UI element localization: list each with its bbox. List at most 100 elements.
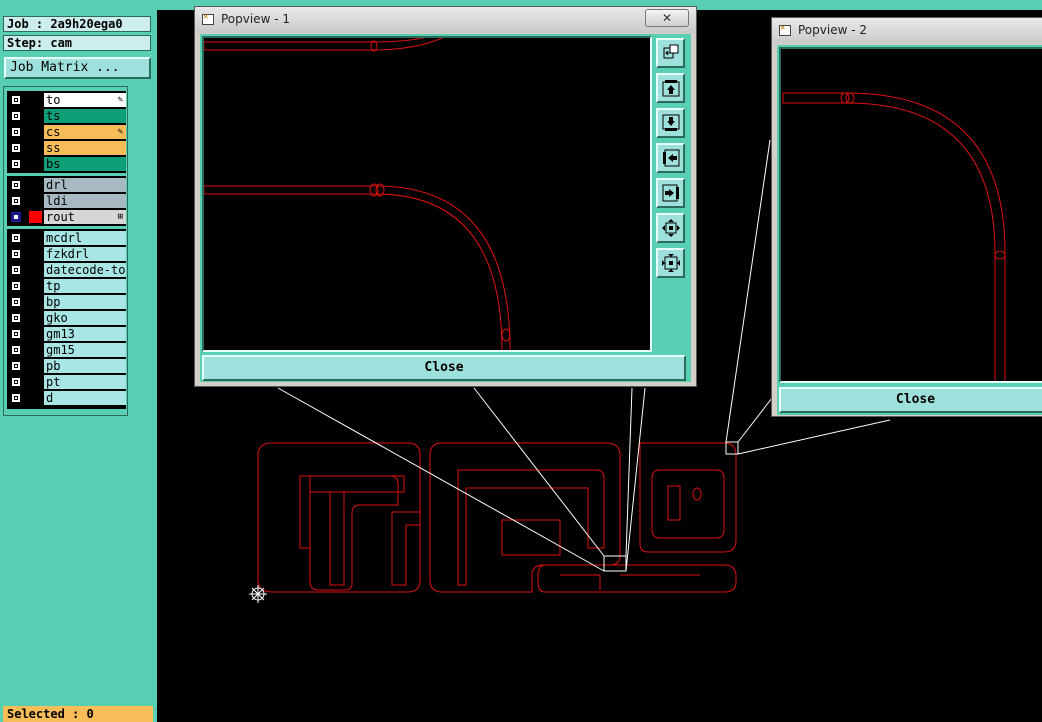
job-matrix-button[interactable]: Job Matrix ... <box>4 57 151 79</box>
layer-row-ts[interactable]: ts <box>7 108 126 124</box>
layer-name-text: datecode-to <box>46 263 126 277</box>
zoom-out-button[interactable] <box>656 248 685 278</box>
layer-checkbox[interactable] <box>11 265 21 275</box>
layer-checkbox[interactable] <box>11 159 21 169</box>
layer-row-d[interactable]: d <box>7 390 126 406</box>
layer-row-rout[interactable]: rout ⊞ <box>7 209 126 225</box>
layer-row-ldi[interactable]: ldi <box>7 193 126 209</box>
layer-name[interactable]: tp <box>44 279 126 293</box>
layer-color-swatch[interactable] <box>29 376 42 388</box>
layer-checkbox[interactable] <box>11 127 21 137</box>
layer-name[interactable]: gko <box>44 311 126 325</box>
zoom-home-icon <box>663 44 679 59</box>
layer-checkbox[interactable] <box>11 180 21 190</box>
layer-color-swatch[interactable] <box>29 248 42 260</box>
layer-color-swatch[interactable] <box>29 392 42 404</box>
layer-color-swatch[interactable] <box>29 264 42 276</box>
layer-name[interactable]: rout ⊞ <box>44 210 126 224</box>
layer-name-text: ts <box>46 109 61 123</box>
layer-row-ss[interactable]: ss <box>7 140 126 156</box>
layer-row-gm13[interactable]: gm13 <box>7 326 126 342</box>
layer-row-mcdrl[interactable]: mcdrl <box>7 230 126 246</box>
layer-color-swatch[interactable] <box>29 195 42 207</box>
zoom-in-button[interactable] <box>656 213 685 243</box>
layer-color-swatch[interactable] <box>29 232 42 244</box>
layer-affected-icon: ✎ <box>117 95 123 105</box>
layer-color-swatch[interactable] <box>29 142 42 154</box>
layer-row-cs[interactable]: cs ✎ <box>7 124 126 140</box>
popview-2-close-button[interactable]: Close <box>779 387 1042 413</box>
layer-name[interactable]: bp <box>44 295 126 309</box>
layer-row-pb[interactable]: pb <box>7 358 126 374</box>
layer-color-swatch[interactable] <box>29 344 42 356</box>
layer-name[interactable]: bs <box>44 157 126 171</box>
layer-name[interactable]: ss <box>44 141 126 155</box>
layer-name[interactable]: to ✎ <box>44 93 126 107</box>
layer-name[interactable]: datecode-to <box>44 263 126 277</box>
layer-checkbox[interactable] <box>11 393 21 403</box>
job-label: Job : 2a9h20ega0 <box>3 16 151 32</box>
layer-name[interactable]: pt <box>44 375 126 389</box>
layer-name[interactable]: mcdrl <box>44 231 126 245</box>
layer-row-tp[interactable]: tp <box>7 278 126 294</box>
layer-checkbox[interactable] <box>11 111 21 121</box>
layer-name[interactable]: fzkdrl <box>44 247 126 261</box>
layer-checkbox[interactable] <box>11 249 21 259</box>
layer-name[interactable]: d <box>44 391 126 405</box>
layer-name-text: tp <box>46 279 61 293</box>
layer-checkbox[interactable] <box>11 95 21 105</box>
zoom-home-button[interactable] <box>656 38 685 68</box>
layer-row-pt[interactable]: pt <box>7 374 126 390</box>
popview-1-viewport[interactable] <box>202 36 652 352</box>
layer-name[interactable]: cs ✎ <box>44 125 126 139</box>
layer-color-swatch[interactable] <box>29 211 42 223</box>
layer-checkbox[interactable] <box>11 212 21 222</box>
layer-name[interactable]: gm15 <box>44 343 126 357</box>
layer-color-swatch[interactable] <box>29 360 42 372</box>
layer-color-swatch[interactable] <box>29 280 42 292</box>
layer-name[interactable]: ldi <box>44 194 126 208</box>
layer-checkbox[interactable] <box>11 297 21 307</box>
layer-color-swatch[interactable] <box>29 126 42 138</box>
layer-checkbox[interactable] <box>11 361 21 371</box>
layer-color-swatch[interactable] <box>29 158 42 170</box>
layer-name-text: mcdrl <box>46 231 83 245</box>
popview-2-titlebar[interactable]: Popview - 2 <box>772 18 1042 44</box>
pan-up-button[interactable] <box>656 73 685 103</box>
layer-name[interactable]: ts <box>44 109 126 123</box>
layer-row-drl[interactable]: drl <box>7 177 126 193</box>
popview-1-titlebar[interactable]: Popview - 1 ✕ <box>195 7 696 33</box>
window-close-button[interactable]: ✕ <box>645 9 689 27</box>
layer-checkbox[interactable] <box>11 143 21 153</box>
layer-color-swatch[interactable] <box>29 296 42 308</box>
layer-checkbox[interactable] <box>11 329 21 339</box>
layer-name-text: d <box>46 391 54 405</box>
layer-row-to[interactable]: to ✎ <box>7 92 126 108</box>
layer-row-datecode-to[interactable]: datecode-to <box>7 262 126 278</box>
layer-row-fzkdrl[interactable]: fzkdrl <box>7 246 126 262</box>
layer-color-swatch[interactable] <box>29 110 42 122</box>
layer-checkbox[interactable] <box>11 233 21 243</box>
layer-color-swatch[interactable] <box>29 179 42 191</box>
layer-checkbox[interactable] <box>11 377 21 387</box>
layer-color-swatch[interactable] <box>29 312 42 324</box>
layer-name[interactable]: gm13 <box>44 327 126 341</box>
popview-2-viewport[interactable] <box>779 47 1042 383</box>
layer-row-gm15[interactable]: gm15 <box>7 342 126 358</box>
layer-row-bp[interactable]: bp <box>7 294 126 310</box>
layer-checkbox[interactable] <box>11 281 21 291</box>
pan-left-button[interactable] <box>656 143 685 173</box>
pan-right-button[interactable] <box>656 178 685 208</box>
layer-name[interactable]: drl <box>44 178 126 192</box>
popview-1-close-button[interactable]: Close <box>202 355 686 381</box>
layer-checkbox[interactable] <box>11 313 21 323</box>
pan-down-button[interactable] <box>656 108 685 138</box>
layer-name[interactable]: pb <box>44 359 126 373</box>
layer-checkbox[interactable] <box>11 345 21 355</box>
layer-row-bs[interactable]: bs <box>7 156 126 172</box>
layer-name-text: gm15 <box>46 343 75 357</box>
layer-color-swatch[interactable] <box>29 94 42 106</box>
layer-row-gko[interactable]: gko <box>7 310 126 326</box>
layer-checkbox[interactable] <box>11 196 21 206</box>
layer-color-swatch[interactable] <box>29 328 42 340</box>
